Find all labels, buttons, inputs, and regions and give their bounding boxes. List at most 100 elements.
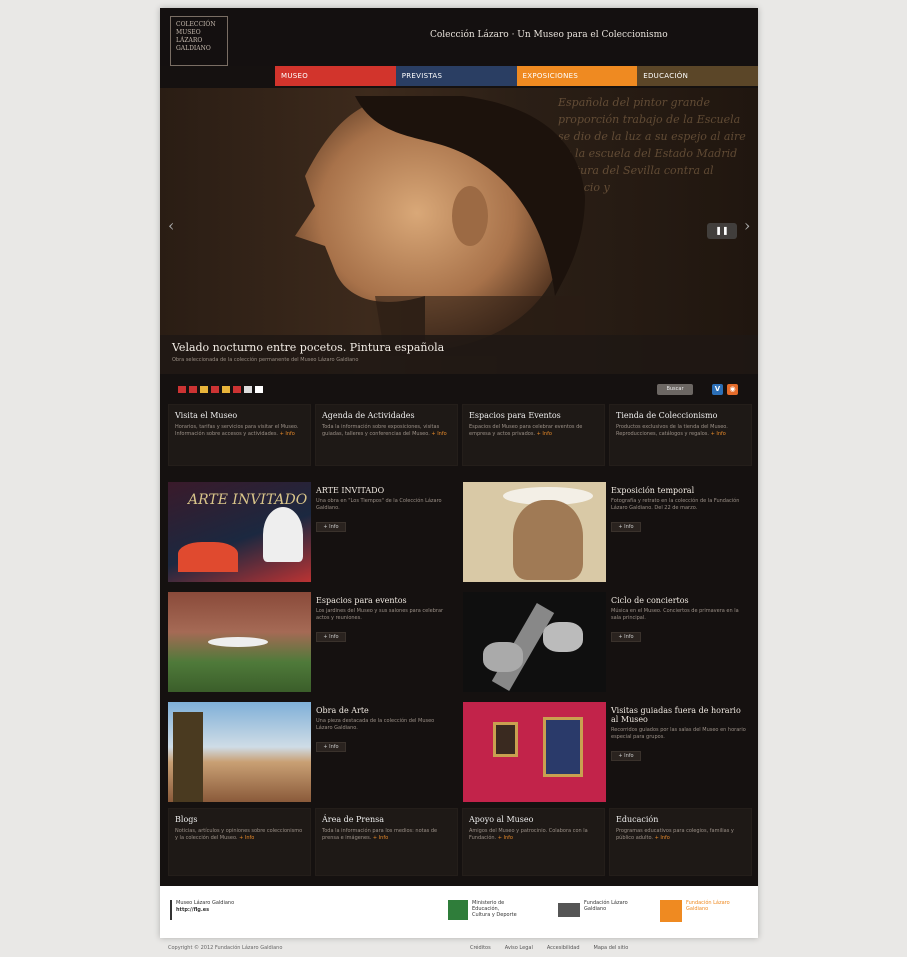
card-title[interactable]: Espacios para eventos [316, 596, 451, 605]
thumb-title: ARTE INVITADO [188, 492, 308, 508]
ministerio-logo-icon [448, 900, 468, 920]
more-button[interactable]: + Info [316, 522, 346, 532]
more-button[interactable]: + Info [316, 632, 346, 642]
header: COLECCIÓN MUSEO LÁZARO GALDIANO Colecció… [160, 8, 758, 66]
bottom-box-title: Apoyo al Museo [469, 815, 534, 824]
nav-item-exposiciones[interactable]: EXPOSICIONES [516, 66, 638, 86]
more-button[interactable]: + Info [316, 742, 346, 752]
feature-box-agenda[interactable]: Agenda de Actividades Toda la información… [315, 404, 458, 466]
more-link[interactable]: + Info [537, 431, 552, 437]
more-link[interactable]: + Info [373, 835, 388, 841]
bottom-box-blogs[interactable]: Blogs Noticias, artículos y opiniones sob… [168, 808, 311, 876]
card-desc: Una pieza destacada de la colección del … [316, 718, 435, 731]
card-thumbnail[interactable] [168, 592, 311, 692]
feature-box-desc: Espacios del Museo para celebrar eventos… [469, 424, 583, 437]
language-flag-icon[interactable] [178, 386, 186, 393]
page-container: COLECCIÓN MUSEO LÁZARO GALDIANO Colecció… [160, 8, 758, 938]
more-link[interactable]: + Info [711, 431, 726, 437]
bottom-box-apoyo[interactable]: Apoyo al Museo Amigos del Museo y patroci… [462, 808, 605, 876]
feature-box-title: Visita el Museo [175, 411, 238, 420]
language-flag-icon[interactable] [200, 386, 208, 393]
lazaro-logo-icon [660, 900, 682, 922]
card-thumbnail[interactable] [463, 702, 606, 802]
bottom-box-desc: Toda la información para los medios: not… [322, 828, 438, 841]
card-visitas-guiadas[interactable]: Visitas guiadas fuera de horario al Muse… [463, 702, 748, 802]
card-title[interactable]: ARTE INVITADO [316, 486, 451, 495]
card-thumbnail[interactable]: ARTE INVITADO [168, 482, 311, 582]
bottom-box-educacion[interactable]: Educación Programas educativos para coleg… [609, 808, 752, 876]
footer: Museo Lázaro Galdiano http://flg.es Minis… [160, 886, 758, 938]
card-arte-invitado[interactable]: ARTE INVITADO ARTE INVITADO Una obra en "… [168, 482, 453, 582]
footer-museum-info[interactable]: Museo Lázaro Galdiano http://flg.es [170, 900, 280, 920]
feature-box-desc: Toda la información sobre exposiciones, … [322, 424, 447, 437]
card-title[interactable]: Exposición temporal [611, 486, 746, 495]
language-flag-icon[interactable] [211, 386, 219, 393]
footer-link-mapa[interactable]: Mapa del sitio [594, 945, 629, 951]
card-desc: Recorridos guiados por las salas del Mus… [611, 727, 746, 740]
sponsor-ministerio[interactable]: Ministerio de Educación, Cultura y Depor… [448, 900, 518, 924]
card-obra-de-arte[interactable]: Obra de Arte Una pieza destacada de la co… [168, 702, 453, 802]
card-exposicion-temporal[interactable]: Exposición temporal Fotografía y retrato … [463, 482, 748, 582]
bottom-boxes: Blogs Noticias, artículos y opiniones sob… [168, 808, 752, 876]
nav-item-museo[interactable]: MUSEO [275, 66, 396, 86]
feature-box-visita[interactable]: Visita el Museo Horarios, tarifas y servi… [168, 404, 311, 466]
card-thumbnail[interactable] [168, 702, 311, 802]
more-button[interactable]: + Info [611, 632, 641, 642]
sponsor-fundacion[interactable]: Fundación Lázaro Galdiano [558, 900, 638, 924]
card-thumbnail[interactable] [463, 592, 606, 692]
footer-link-creditos[interactable]: Créditos [470, 945, 491, 951]
more-link[interactable]: + Info [498, 835, 513, 841]
feature-box-espacios[interactable]: Espacios para Eventos Espacios del Museo … [462, 404, 605, 466]
card-ciclo-conciertos[interactable]: Ciclo de conciertos Música en el Museo. C… [463, 592, 748, 692]
slider-next-arrow[interactable]: › [744, 216, 750, 235]
vimeo-icon[interactable]: V [712, 384, 723, 395]
main-nav: MUSEO PREVISTAS EXPOSICIONES EDUCACIÓN [275, 66, 758, 86]
language-flag-icon[interactable] [233, 386, 241, 393]
hero-caption: Velado nocturno entre pocetos. Pintura e… [160, 335, 758, 374]
footer-link-aviso-legal[interactable]: Aviso Legal [505, 945, 533, 951]
bottom-box-desc: Programas educativos para colegios, fami… [616, 828, 734, 841]
utility-bar: Buscar V ◉ [160, 376, 758, 402]
slider-prev-arrow[interactable]: ‹ [168, 216, 174, 235]
bottom-box-desc: Amigos del Museo y patrocinio. Colabora … [469, 828, 588, 841]
feature-box-desc: Productos exclusivos de la tienda del Mu… [616, 424, 728, 437]
site-logo[interactable]: COLECCIÓN MUSEO LÁZARO GALDIANO [170, 16, 228, 66]
copyright-text: Copyright © 2012 Fundación Lázaro Galdia… [168, 945, 283, 951]
site-title: Colección Lázaro · Un Museo para el Cole… [430, 30, 668, 40]
feature-box-title: Espacios para Eventos [469, 411, 561, 420]
card-desc: Los jardines del Museo y sus salones par… [316, 608, 444, 621]
card-espacios-eventos[interactable]: Espacios para eventos Los jardines del Mu… [168, 592, 453, 692]
footer-link-accesibilidad[interactable]: Accesibilidad [547, 945, 580, 951]
hero-caption-title[interactable]: Velado nocturno entre pocetos. Pintura e… [172, 341, 746, 354]
nav-item-educacion[interactable]: EDUCACIÓN [637, 66, 758, 86]
language-flag-icon[interactable] [255, 386, 263, 393]
more-link[interactable]: + Info [280, 431, 295, 437]
card-title[interactable]: Obra de Arte [316, 706, 451, 715]
slider-pause-button[interactable]: ❚❚ [707, 223, 737, 239]
hero-portrait-image [295, 96, 585, 356]
language-flag-icon[interactable] [189, 386, 197, 393]
more-link[interactable]: + Info [655, 835, 670, 841]
card-title[interactable]: Visitas guiadas fuera de horario al Muse… [611, 706, 746, 724]
more-link[interactable]: + Info [431, 431, 446, 437]
language-flag-icon[interactable] [222, 386, 230, 393]
feature-box-tienda[interactable]: Tienda de Coleccionismo Productos exclusi… [609, 404, 752, 466]
rss-icon[interactable]: ◉ [727, 384, 738, 395]
sponsor-lazaro[interactable]: Fundación Lázaro Galdiano [660, 900, 750, 924]
card-thumbnail[interactable] [463, 482, 606, 582]
feature-box-desc: Horarios, tarifas y servicios para visit… [175, 424, 299, 437]
nav-item-previstas[interactable]: PREVISTAS [395, 66, 517, 86]
language-flag-icon[interactable] [244, 386, 252, 393]
more-link[interactable]: + Info [239, 835, 254, 841]
card-desc: Fotografía y retrato en la colección de … [611, 498, 740, 511]
more-button[interactable]: + Info [611, 751, 641, 761]
more-button[interactable]: + Info [611, 522, 641, 532]
bottom-box-prensa[interactable]: Área de Prensa Toda la información para l… [315, 808, 458, 876]
search-button[interactable]: Buscar [657, 384, 693, 395]
card-title[interactable]: Ciclo de conciertos [611, 596, 746, 605]
hero-slider[interactable]: Española del pintor grande proporción tr… [160, 88, 758, 374]
hero-caption-subtitle: Obra seleccionada de la colección perman… [172, 357, 359, 363]
bottom-box-title: Área de Prensa [322, 815, 385, 824]
card-desc: Música en el Museo. Conciertos de primav… [611, 608, 739, 621]
feature-box-title: Agenda de Actividades [322, 411, 415, 420]
